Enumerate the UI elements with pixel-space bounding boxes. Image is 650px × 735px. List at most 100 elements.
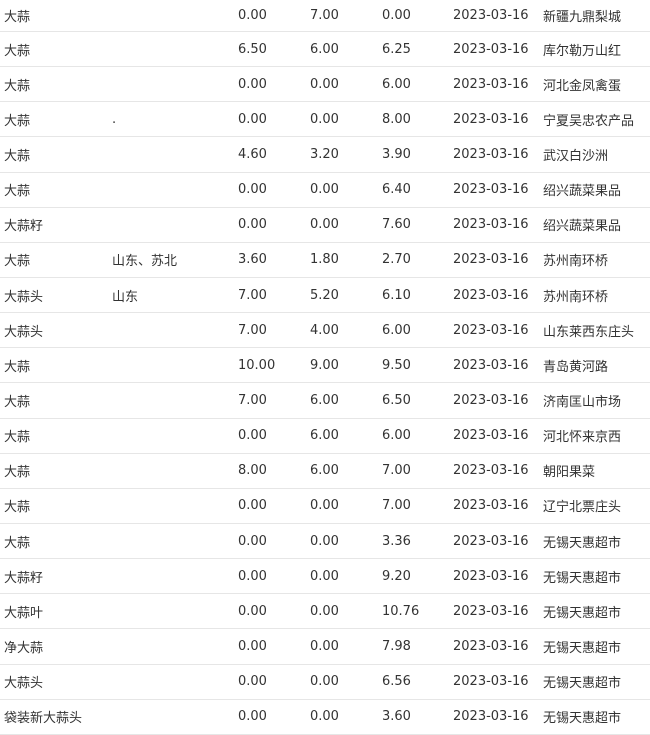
price-cell-3: 6.25 <box>382 41 411 57</box>
date-cell: 2023-03-16 <box>453 638 529 654</box>
price-cell-1: 7.00 <box>238 322 267 338</box>
table-row: 大蒜头 山东 7.00 5.20 6.10 2023-03-16 苏州南环桥 <box>0 278 650 314</box>
price-cell-2: 0.00 <box>310 603 339 619</box>
date-cell: 2023-03-16 <box>453 568 529 584</box>
price-cell-3: 6.00 <box>382 76 411 92</box>
price-cell-2: 0.00 <box>310 217 339 233</box>
market-cell: 青岛黄河路 <box>543 359 609 375</box>
table-row: 大蒜籽 0.00 0.00 9.20 2023-03-16 无锡天惠超市 <box>0 559 650 595</box>
market-cell: 苏州南环桥 <box>543 289 609 305</box>
price-cell-2: 0.00 <box>310 638 339 654</box>
price-cell-1: 0.00 <box>238 8 267 23</box>
table-row: 大蒜籽 0.00 0.00 7.60 2023-03-16 绍兴蔬菜果品 <box>0 208 650 243</box>
price-cell-3: 6.56 <box>382 674 411 690</box>
table-row: 大蒜 10.00 9.00 9.50 2023-03-16 青岛黄河路 <box>0 348 650 384</box>
price-cell-2: 3.20 <box>310 146 339 162</box>
price-cell-1: 0.00 <box>238 603 267 619</box>
price-cell-1: 8.00 <box>238 463 267 479</box>
table-row: 大蒜 0.00 0.00 6.00 2023-03-16 河北金凤禽蛋 <box>0 67 650 103</box>
price-cell-2: 0.00 <box>310 674 339 690</box>
table-row: 大蒜叶 0.00 0.00 10.76 2023-03-16 无锡天惠超市 <box>0 594 650 630</box>
price-cell-3: 2.70 <box>382 252 411 268</box>
price-cell-3: 6.00 <box>382 428 411 444</box>
price-cell-3: 0.00 <box>382 8 411 23</box>
price-cell-3: 7.60 <box>382 217 411 233</box>
price-cell-2: 1.80 <box>310 252 339 268</box>
price-cell-3: 6.40 <box>382 182 411 198</box>
table-row: 大蒜 山东、苏北 3.60 1.80 2.70 2023-03-16 苏州南环桥 <box>0 243 650 278</box>
date-cell: 2023-03-16 <box>453 322 529 338</box>
price-cell-3: 7.00 <box>382 463 411 479</box>
product-name-cell: 大蒜 <box>4 500 31 516</box>
product-name-cell: 大蒜 <box>4 78 31 94</box>
date-cell: 2023-03-16 <box>453 674 529 690</box>
table-row: 大蒜 7.00 6.00 6.50 2023-03-16 济南匡山市场 <box>0 383 650 419</box>
price-table: 大蒜 0.00 7.00 0.00 2023-03-16 新疆九鼎梨城 大蒜 6… <box>0 0 650 735</box>
price-cell-3: 3.36 <box>382 533 411 549</box>
date-cell: 2023-03-16 <box>453 287 529 303</box>
date-cell: 2023-03-16 <box>453 463 529 479</box>
price-cell-2: 9.00 <box>310 357 339 373</box>
origin-cell: 山东、苏北 <box>112 254 178 270</box>
product-name-cell: 净大蒜 <box>4 640 44 656</box>
date-cell: 2023-03-16 <box>453 498 529 514</box>
price-cell-1: 0.00 <box>238 76 267 92</box>
product-name-cell: 大蒜 <box>4 359 31 375</box>
market-cell: 绍兴蔬菜果品 <box>543 184 622 200</box>
table-row: 大蒜 0.00 7.00 0.00 2023-03-16 新疆九鼎梨城 <box>0 0 650 32</box>
date-cell: 2023-03-16 <box>453 217 529 233</box>
market-cell: 河北怀来京西 <box>543 430 622 446</box>
product-name-cell: 大蒜 <box>4 10 31 25</box>
table-row: 大蒜 0.00 0.00 7.00 2023-03-16 辽宁北票庄头 <box>0 489 650 524</box>
price-cell-2: 6.00 <box>310 41 339 57</box>
market-cell: 山东莱西东庄头 <box>543 324 635 340</box>
price-cell-3: 3.90 <box>382 146 411 162</box>
origin-cell: . <box>112 111 117 127</box>
date-cell: 2023-03-16 <box>453 533 529 549</box>
price-cell-3: 9.20 <box>382 568 411 584</box>
price-cell-2: 0.00 <box>310 568 339 584</box>
price-cell-3: 7.98 <box>382 638 411 654</box>
table-row: 大蒜 0.00 6.00 6.00 2023-03-16 河北怀来京西 <box>0 419 650 454</box>
price-cell-1: 0.00 <box>238 217 267 233</box>
market-cell: 无锡天惠超市 <box>543 570 622 586</box>
price-cell-2: 5.20 <box>310 287 339 303</box>
price-cell-3: 8.00 <box>382 111 411 127</box>
origin-cell: 山东 <box>112 289 139 305</box>
product-name-cell: 大蒜 <box>4 535 31 551</box>
product-name-cell: 大蒜 <box>4 43 31 59</box>
product-name-cell: 大蒜 <box>4 394 31 410</box>
date-cell: 2023-03-16 <box>453 357 529 373</box>
product-name-cell: 大蒜 <box>4 113 31 129</box>
price-cell-1: 4.60 <box>238 146 267 162</box>
table-row: 袋装新大蒜头 0.00 0.00 3.60 2023-03-16 无锡天惠超市 <box>0 700 650 735</box>
price-cell-3: 3.60 <box>382 709 411 725</box>
date-cell: 2023-03-16 <box>453 428 529 444</box>
price-cell-2: 6.00 <box>310 428 339 444</box>
price-cell-1: 0.00 <box>238 533 267 549</box>
price-cell-2: 0.00 <box>310 182 339 198</box>
market-cell: 无锡天惠超市 <box>543 676 622 692</box>
price-cell-2: 0.00 <box>310 498 339 514</box>
price-cell-1: 7.00 <box>238 392 267 408</box>
price-cell-1: 0.00 <box>238 498 267 514</box>
market-cell: 无锡天惠超市 <box>543 640 622 656</box>
product-name-cell: 大蒜 <box>4 254 31 270</box>
table-row: 净大蒜 0.00 0.00 7.98 2023-03-16 无锡天惠超市 <box>0 629 650 665</box>
date-cell: 2023-03-16 <box>453 709 529 725</box>
market-cell: 河北金凤禽蛋 <box>543 78 622 94</box>
market-cell: 朝阳果菜 <box>543 465 596 481</box>
market-cell: 绍兴蔬菜果品 <box>543 219 622 235</box>
product-name-cell: 大蒜 <box>4 465 31 481</box>
market-cell: 无锡天惠超市 <box>543 711 622 727</box>
price-cell-1: 0.00 <box>238 638 267 654</box>
price-cell-3: 7.00 <box>382 498 411 514</box>
market-cell: 库尔勒万山红 <box>543 43 622 59</box>
price-cell-1: 0.00 <box>238 568 267 584</box>
date-cell: 2023-03-16 <box>453 392 529 408</box>
product-name-cell: 大蒜头 <box>4 324 44 340</box>
price-cell-3: 6.10 <box>382 287 411 303</box>
price-cell-3: 6.50 <box>382 392 411 408</box>
price-cell-1: 0.00 <box>238 182 267 198</box>
product-name-cell: 大蒜头 <box>4 676 44 692</box>
